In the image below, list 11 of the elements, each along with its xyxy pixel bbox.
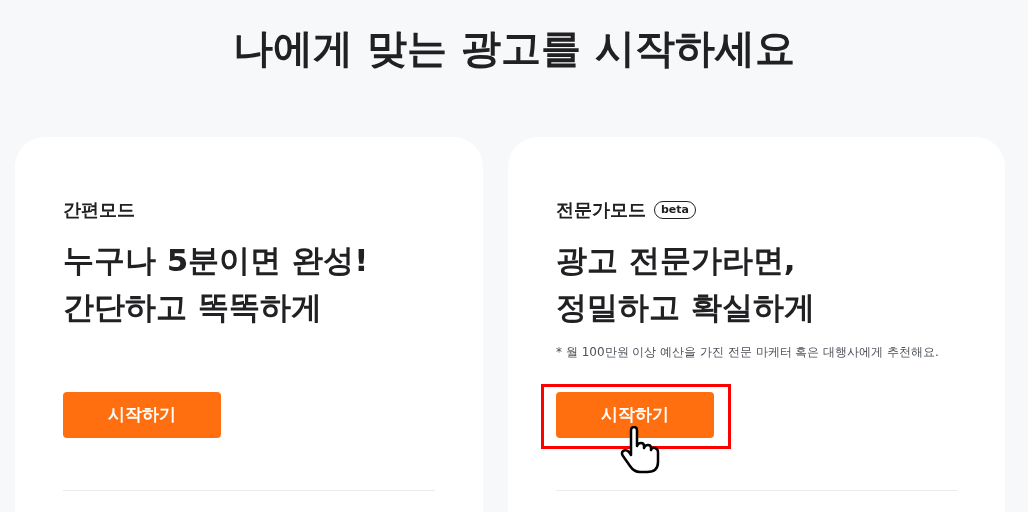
headline: 누구나 5분이면 완성! <box>63 241 370 280</box>
start-button[interactable]: 시작하기 <box>63 392 221 438</box>
page-title: 나에게 맞는 광고를 시작하세요 <box>232 24 796 73</box>
mode-label: 전문가모드 <box>556 198 646 222</box>
hand-cursor-icon <box>620 426 662 474</box>
headline: 간단하고 똑똑하게 <box>63 288 323 327</box>
headline: 정밀하고 확실하게 <box>556 288 816 327</box>
start-button[interactable]: 시작하기 <box>556 392 714 438</box>
headline: 광고 전문가라면, <box>556 241 797 280</box>
mode-label: 간편모드 <box>63 198 135 222</box>
recommendation-note: * 월 100만원 이상 예산을 가진 전문 마케터 혹은 대행사에게 추천해요. <box>556 344 940 361</box>
